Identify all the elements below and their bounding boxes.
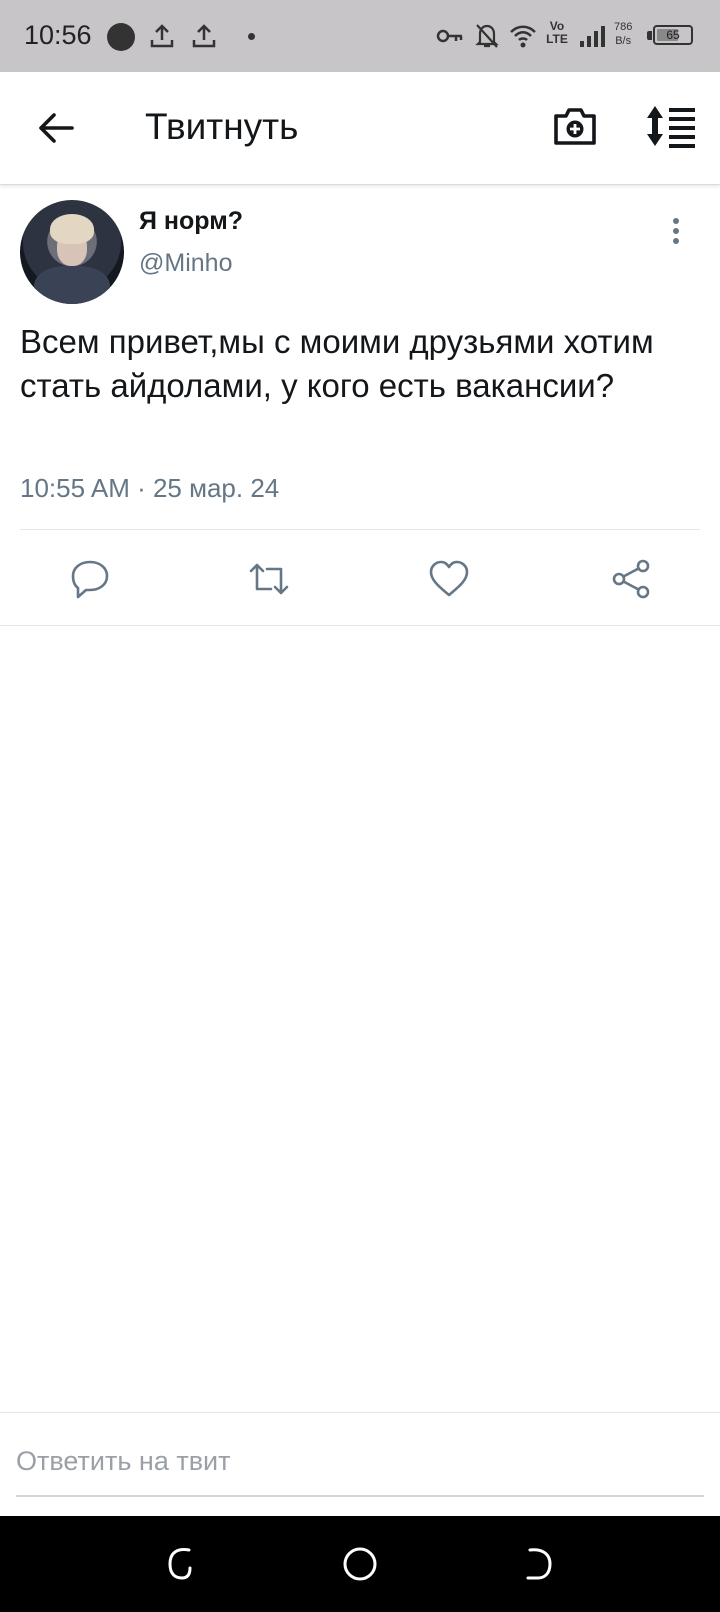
upload-icon xyxy=(192,24,216,48)
tweet-actions xyxy=(0,533,720,625)
network-speed-value: 786 xyxy=(614,21,633,33)
display-name[interactable]: Я норм? xyxy=(139,207,243,236)
battery-tip xyxy=(647,31,652,40)
tweet-text: Всем привет,мы с моими друзьями хотим ст… xyxy=(20,323,654,404)
battery-level: 65 xyxy=(666,28,680,42)
bell-off-icon xyxy=(475,24,499,48)
retweet-icon[interactable] xyxy=(247,557,291,601)
volte-icon: Vo LTE xyxy=(544,20,570,46)
camera-add-icon[interactable] xyxy=(552,104,598,148)
back-icon[interactable] xyxy=(516,1540,564,1588)
vpn-key-icon xyxy=(436,29,463,43)
avatar-hair xyxy=(50,214,94,244)
divider xyxy=(0,625,720,626)
avatar[interactable] xyxy=(20,200,124,304)
network-speed-unit: B/s xyxy=(615,35,632,47)
navigation-bar xyxy=(0,1516,720,1612)
wifi-icon xyxy=(510,25,536,48)
divider xyxy=(20,529,700,530)
battery-icon: 65 xyxy=(653,25,693,45)
reply-bar xyxy=(0,1412,720,1517)
signal-icon xyxy=(580,26,605,47)
status-time: 10:56 xyxy=(24,20,92,50)
more-options-icon[interactable] xyxy=(664,218,688,248)
like-icon[interactable] xyxy=(427,557,471,601)
share-icon[interactable] xyxy=(609,557,653,601)
user-handle[interactable]: @Minho xyxy=(139,249,232,278)
sort-icon[interactable] xyxy=(645,104,697,148)
avatar-body xyxy=(34,266,110,304)
record-icon xyxy=(107,23,135,51)
back-arrow-icon[interactable] xyxy=(34,106,78,150)
reply-icon[interactable] xyxy=(68,557,112,601)
page-title: Твитнуть xyxy=(145,106,299,147)
upload-icon xyxy=(150,24,174,48)
network-type-label: LTE xyxy=(546,32,568,46)
status-bar: 10:56 Vo LTE 786 B/s 65 xyxy=(0,0,720,72)
app-bar: Твитнуть xyxy=(0,72,720,185)
notification-dot xyxy=(248,33,255,40)
tweet-timestamp: 10:55 AM · 25 мар. 24 xyxy=(20,473,280,503)
reply-input[interactable] xyxy=(16,1427,704,1497)
home-icon[interactable] xyxy=(336,1540,384,1588)
network-speed: 786 B/s xyxy=(614,20,632,48)
recent-apps-icon[interactable] xyxy=(156,1540,204,1588)
